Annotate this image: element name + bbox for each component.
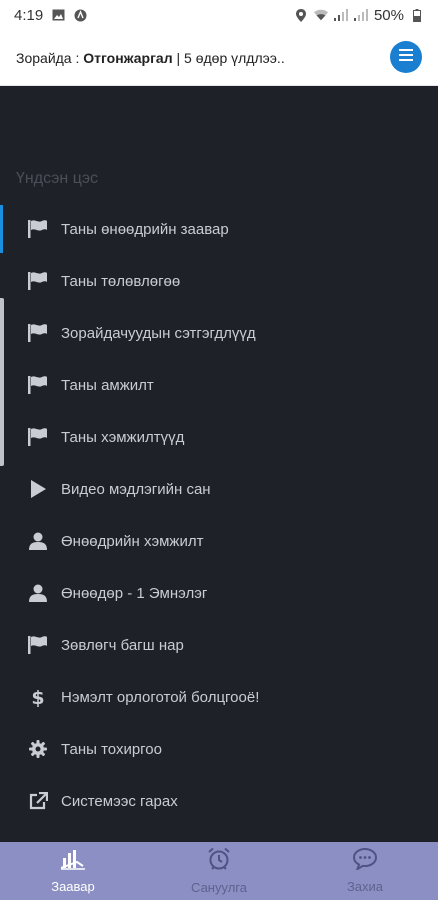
- bottom-nav-label: Заавар: [51, 879, 95, 894]
- sidebar-menu: Таны өнөөдрийн заавар Таны төлөвлөгөө Зора…: [0, 203, 438, 827]
- tab-reminders[interactable]: Сануулга: [146, 842, 292, 900]
- header-user-name: Отгонжаргал: [83, 49, 173, 66]
- sidebar-item-label: Зорайдачуудын сэтгэгдлүүд: [61, 324, 256, 342]
- header-suffix: | 5 өдөр үлдлээ..: [172, 49, 285, 66]
- wifi-icon: [313, 9, 328, 21]
- status-bar: 4:19 50%: [0, 0, 438, 30]
- signal-icon: [333, 9, 348, 21]
- alarm-clock-icon: [207, 847, 231, 876]
- sidebar-item-6[interactable]: Видео мэдлэгийн сан: [0, 463, 438, 515]
- sidebar-item-label: Өнөөдрийн хэмжилт: [61, 532, 204, 550]
- flag-icon: [27, 375, 49, 395]
- sidebar-item-8[interactable]: Өнөөдөр - 1 Эмнэлэг: [0, 567, 438, 619]
- flag-icon: [27, 271, 49, 291]
- status-right: 50%: [294, 7, 424, 24]
- status-left: 4:19: [14, 7, 87, 24]
- sidebar-item-label: Зөвлөгч багш нар: [61, 636, 184, 654]
- sidebar-item-5[interactable]: Таны хэмжилтүүд: [0, 411, 438, 463]
- external-link-icon: [27, 791, 49, 811]
- sidebar: Үндсэн цэс Таны өнөөдрийн заавар Таны төл…: [0, 86, 438, 842]
- app-notification-icon: [73, 9, 87, 21]
- sidebar-item-11[interactable]: Таны тохиргоо: [0, 723, 438, 775]
- bottom-nav-label: Сануулга: [191, 880, 247, 895]
- status-time: 4:19: [14, 6, 44, 24]
- sidebar-item-label: Нэмэлт орлоготой болцгооё!: [61, 688, 260, 706]
- tab-instructions[interactable]: Заавар: [0, 842, 146, 900]
- flag-icon: [27, 427, 49, 447]
- sidebar-item-7[interactable]: Өнөөдрийн хэмжилт: [0, 515, 438, 567]
- location-icon: [294, 8, 308, 22]
- svg-text:$: $: [31, 687, 44, 707]
- bottom-nav-label: Захиа: [346, 879, 384, 894]
- app-header: Зорайда : Отгонжаргал | 5 өдөр үлдлээ..: [0, 30, 438, 86]
- sidebar-item-4[interactable]: Таны амжилт: [0, 359, 438, 411]
- menu-button[interactable]: [390, 41, 422, 73]
- sidebar-item-2[interactable]: Таны төлөвлөгөө: [0, 255, 438, 307]
- hamburger-icon: [399, 48, 413, 66]
- sidebar-item-10[interactable]: $ Нэмэлт орлоготой болцгооё!: [0, 671, 438, 723]
- sidebar-item-label: Өнөөдөр - 1 Эмнэлэг: [61, 584, 208, 602]
- header-prefix: Зорайда :: [16, 49, 84, 66]
- user-icon: [27, 531, 49, 551]
- flag-icon: [27, 219, 49, 239]
- sidebar-item-1[interactable]: Таны өнөөдрийн заавар: [0, 203, 438, 255]
- sidebar-item-9[interactable]: Зөвлөгч багш нар: [0, 619, 438, 671]
- dollar-icon: $: [27, 687, 49, 707]
- sidebar-item-label: Таны төлөвлөгөө: [61, 272, 181, 290]
- gear-icon: [27, 739, 49, 759]
- sidebar-item-label: Таны тохиргоо: [61, 740, 162, 758]
- sidebar-item-12[interactable]: Системээс гарах: [0, 775, 438, 827]
- play-icon: [27, 479, 49, 499]
- sidebar-item-label: Таны өнөөдрийн заавар: [61, 220, 229, 238]
- battery-percent: 50%: [373, 6, 404, 24]
- sidebar-item-label: Таны амжилт: [61, 376, 154, 394]
- sidebar-item-3[interactable]: Зорайдачуудын сэтгэгдлүүд: [0, 307, 438, 359]
- sidebar-item-label: Таны хэмжилтүүд: [61, 428, 185, 446]
- tab-messages[interactable]: Захиа: [292, 842, 438, 900]
- chat-icon: [352, 847, 378, 875]
- flag-icon: [27, 323, 49, 343]
- header-title: Зорайда : Отгонжаргал | 5 өдөр үлдлээ..: [16, 50, 285, 66]
- battery-icon: [410, 8, 424, 22]
- flag-icon: [27, 635, 49, 655]
- gallery-icon: [51, 9, 65, 21]
- user-icon: [27, 583, 49, 603]
- sidebar-item-label: Системээс гарах: [61, 792, 178, 810]
- chart-icon: [60, 848, 85, 875]
- signal-2-icon: [353, 9, 368, 21]
- sidebar-item-label: Видео мэдлэгийн сан: [61, 480, 211, 498]
- bottom-nav: Заавар Сануулга Захиа: [0, 842, 438, 900]
- section-label: Үндсэн цэс: [16, 170, 99, 187]
